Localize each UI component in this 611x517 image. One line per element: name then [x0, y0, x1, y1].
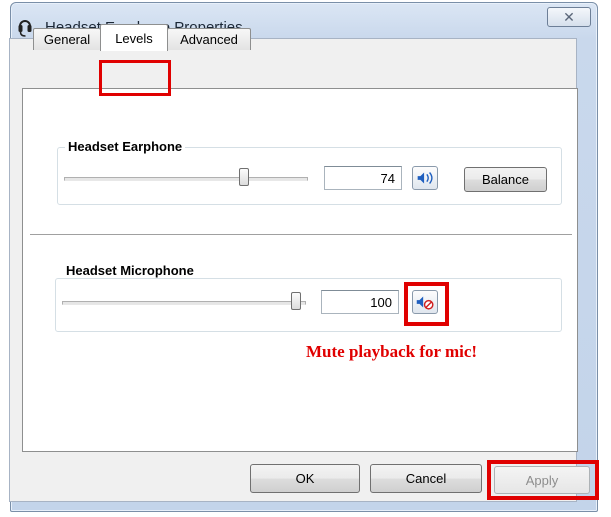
apply-highlight: [487, 460, 599, 500]
earphone-mute-button[interactable]: [412, 166, 438, 190]
balance-button[interactable]: Balance: [464, 167, 547, 192]
close-icon: ✕: [563, 8, 575, 25]
balance-button-label: Balance: [482, 172, 529, 187]
microphone-slider-thumb[interactable]: [291, 292, 301, 310]
tab-label: General: [43, 32, 91, 47]
headset-icon: [18, 20, 32, 37]
microphone-group: [55, 278, 562, 332]
microphone-label: Headset Microphone: [63, 263, 197, 278]
ok-button-label: OK: [295, 471, 315, 486]
group-divider: [30, 234, 572, 235]
tab-label: Levels: [115, 30, 153, 46]
microphone-level-field[interactable]: 100: [321, 290, 399, 314]
close-button[interactable]: ✕: [547, 7, 591, 27]
mic-mute-highlight: [404, 282, 449, 326]
earphone-slider-track[interactable]: [64, 177, 308, 181]
cancel-button[interactable]: Cancel: [370, 464, 482, 493]
cancel-button-label: Cancel: [405, 471, 447, 486]
tab-label: Advanced: [180, 32, 238, 47]
earphone-slider-thumb[interactable]: [239, 168, 249, 186]
earphone-level-field[interactable]: 74: [324, 166, 402, 190]
mute-annotation: Mute playback for mic!: [306, 342, 478, 361]
ok-button[interactable]: OK: [250, 464, 360, 493]
tab-advanced[interactable]: Advanced: [167, 28, 251, 50]
levels-tab-highlight: [99, 60, 171, 96]
tab-levels[interactable]: Levels: [100, 24, 168, 51]
microphone-slider-track[interactable]: [62, 301, 306, 305]
earphone-label: Headset Earphone: [65, 139, 186, 154]
speaker-icon: [417, 172, 433, 184]
tab-general[interactable]: General: [33, 28, 101, 50]
